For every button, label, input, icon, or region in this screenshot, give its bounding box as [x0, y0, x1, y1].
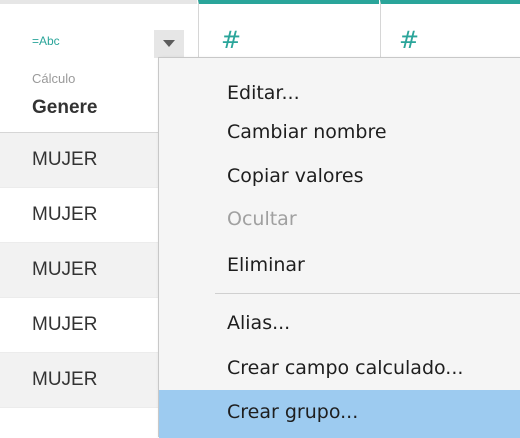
menu-item-label: Editar... [227, 82, 300, 104]
column-name: Genere [32, 97, 98, 118]
menu-item-edit[interactable]: Editar... [159, 75, 520, 113]
menu-item-create-group[interactable]: Crear grupo... [159, 390, 520, 438]
menu-item-label: Alias... [227, 312, 291, 334]
table-cell: MUJER [32, 259, 98, 280]
hash-icon: # [221, 26, 242, 54]
hash-icon: # [399, 26, 420, 54]
menu-item-create-calculated-field[interactable]: Crear campo calculado... [159, 350, 520, 388]
chevron-down-icon [163, 40, 175, 47]
column-subtitle: Cálculo [32, 71, 76, 86]
string-type-icon: =Abc [32, 34, 60, 48]
table-cell: MUJER [32, 204, 98, 225]
table-cell: MUJER [32, 369, 98, 390]
table-cell: MUJER [32, 314, 98, 335]
menu-item-label: Eliminar [227, 254, 305, 276]
menu-item-alias[interactable]: Alias... [159, 305, 520, 343]
table-cell: MUJER [32, 149, 98, 170]
menu-item-hide[interactable]: Ocultar [159, 201, 520, 239]
menu-item-label: Ocultar [227, 208, 297, 230]
menu-item-label: Copiar valores [227, 165, 364, 187]
menu-item-label: Crear grupo... [227, 401, 359, 423]
context-menu: Editar... Cambiar nombre Copiar valores … [158, 57, 520, 438]
menu-separator [215, 293, 520, 294]
menu-item-rename[interactable]: Cambiar nombre [159, 114, 520, 152]
menu-item-label: Crear campo calculado... [227, 357, 464, 379]
menu-item-label: Cambiar nombre [227, 121, 387, 143]
menu-item-delete[interactable]: Eliminar [159, 247, 520, 285]
column-dropdown-button[interactable] [154, 30, 184, 58]
menu-item-copy-values[interactable]: Copiar valores [159, 158, 520, 196]
